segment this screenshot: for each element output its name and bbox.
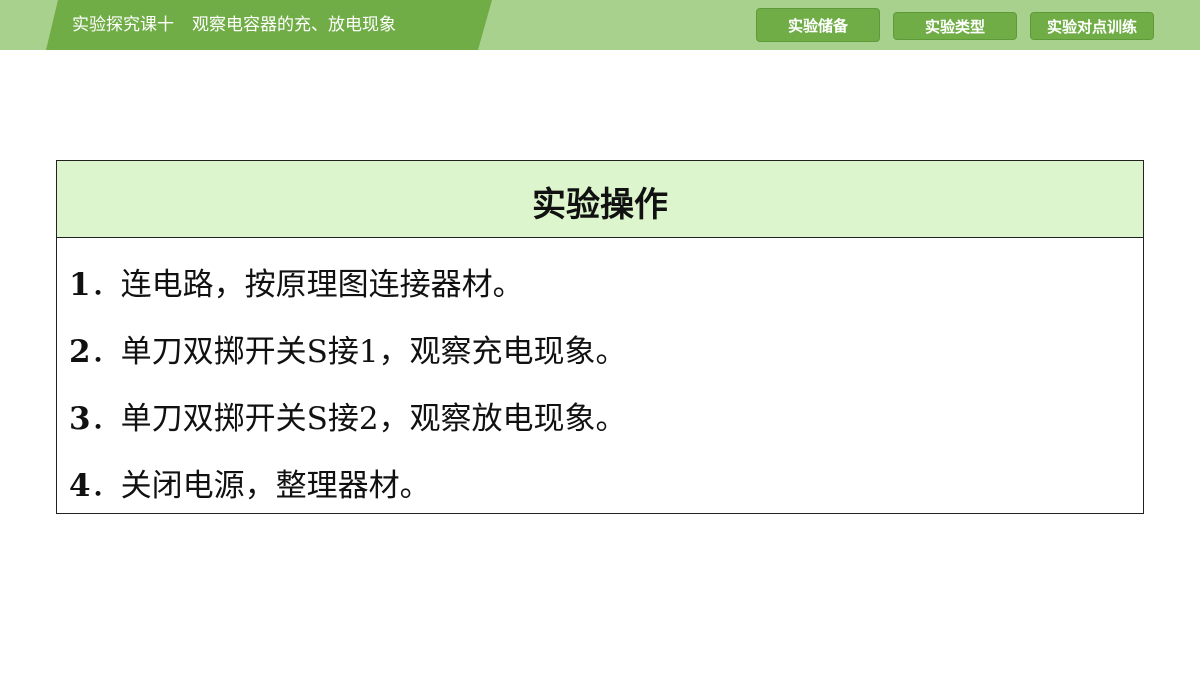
card-title: 实验操作 — [57, 161, 1143, 238]
step-text: 连电路，按原理图连接器材。 — [120, 267, 524, 303]
step-item: 2．单刀双掷开关S接1，观察充电现象。 — [69, 334, 627, 370]
step-item: 4．关闭电源，整理器材。 — [69, 468, 431, 504]
step-item: 1．连电路，按原理图连接器材。 — [69, 267, 524, 303]
nav-button-types[interactable]: 实验类型 — [893, 12, 1017, 40]
topic-label: 观察电容器的充、放电现象 — [192, 15, 396, 35]
course-label: 实验探究课十 — [72, 15, 174, 35]
step-text: 单刀双掷开关S接1，观察充电现象。 — [120, 334, 627, 370]
operation-card: 实验操作 1．连电路，按原理图连接器材。 2．单刀双掷开关S接1，观察充电现象。… — [56, 160, 1144, 514]
nav-button-preparation[interactable]: 实验储备 — [756, 8, 880, 42]
step-text: 单刀双掷开关S接2，观察放电现象。 — [120, 401, 627, 437]
step-number: 3 — [69, 401, 91, 437]
step-item: 3．单刀双掷开关S接2，观察放电现象。 — [69, 401, 627, 437]
step-text: 关闭电源，整理器材。 — [120, 468, 431, 504]
nav-button-training[interactable]: 实验对点训练 — [1030, 12, 1154, 40]
step-number: 1 — [69, 267, 91, 303]
step-number: 4 — [69, 468, 91, 504]
step-list: 1．连电路，按原理图连接器材。 2．单刀双掷开关S接1，观察充电现象。 3．单刀… — [57, 238, 1143, 520]
step-number: 2 — [69, 334, 91, 370]
page-title: 实验探究课十 观察电容器的充、放电现象 — [72, 14, 396, 36]
